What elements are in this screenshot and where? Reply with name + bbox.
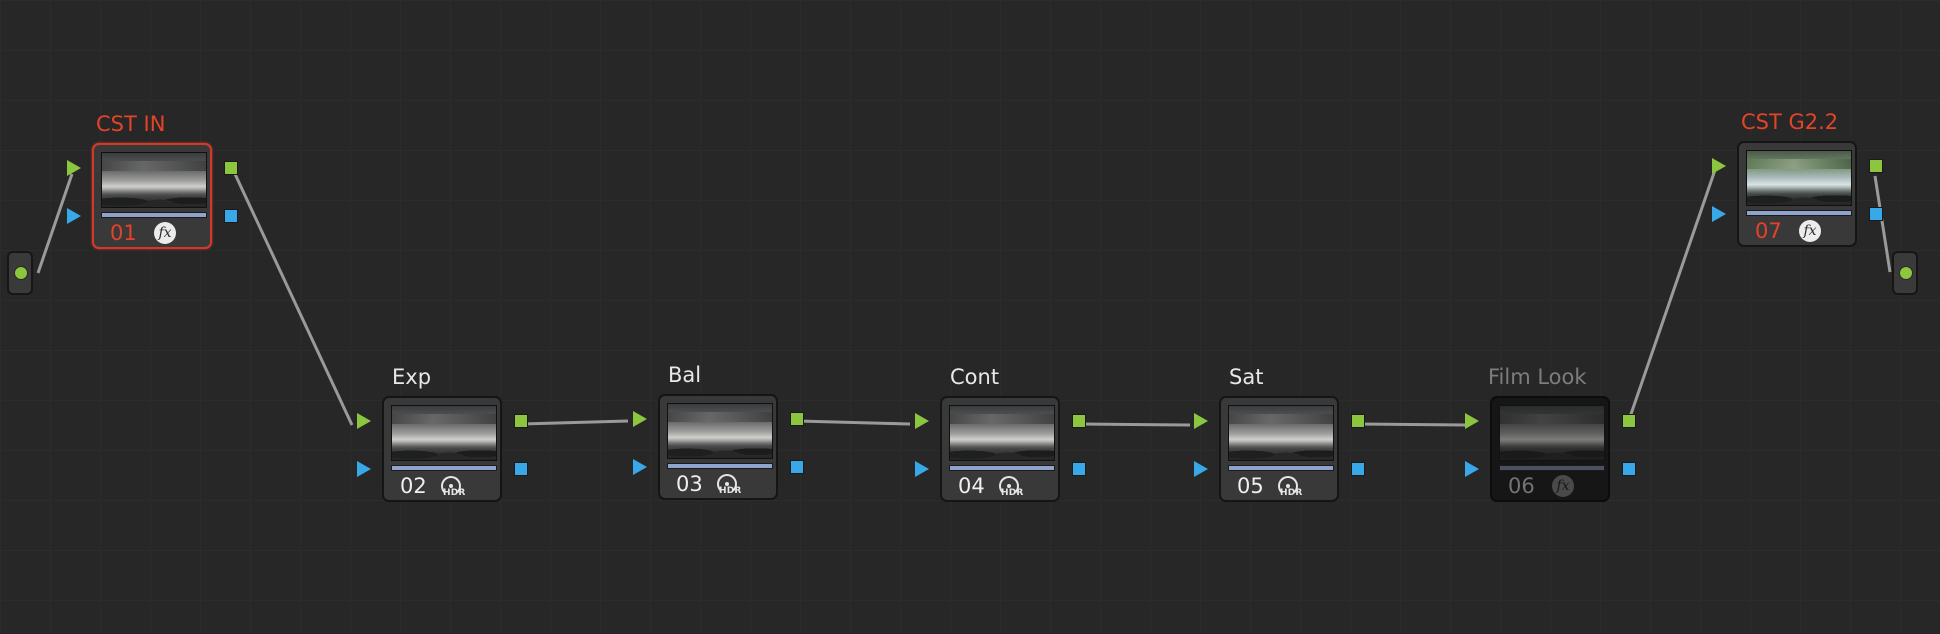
key-output-port[interactable] xyxy=(514,462,528,476)
rgb-input-port[interactable] xyxy=(915,413,929,429)
node-status-bar xyxy=(1228,465,1334,471)
node-01[interactable]: CST IN 01 fx xyxy=(67,112,238,249)
node-02[interactable]: Exp 02 HDR xyxy=(357,365,528,502)
source-input-terminal[interactable] xyxy=(7,251,33,295)
rgb-output-port[interactable] xyxy=(224,161,238,175)
node-number: 07 xyxy=(1755,219,1782,243)
node-status-bar xyxy=(1499,465,1605,471)
wire-03-to-04[interactable] xyxy=(797,419,911,426)
hdr-icon: HDR xyxy=(715,474,743,498)
node-status-bar xyxy=(1746,210,1852,216)
rgb-output-port[interactable] xyxy=(1351,414,1365,428)
rgb-output-port[interactable] xyxy=(514,414,528,428)
key-output-port[interactable] xyxy=(224,209,238,223)
node-thumbnail xyxy=(1228,405,1334,461)
output-dot-icon[interactable] xyxy=(1899,266,1913,280)
rgb-input-port[interactable] xyxy=(1194,413,1208,429)
node-label[interactable]: Film Look xyxy=(1488,365,1587,389)
node-status-bar xyxy=(667,463,773,469)
node-label[interactable]: Sat xyxy=(1229,365,1263,389)
node-label[interactable]: CST G2.2 xyxy=(1741,110,1838,134)
key-input-port[interactable] xyxy=(1712,206,1726,222)
node-number: 05 xyxy=(1237,474,1264,498)
key-input-port[interactable] xyxy=(633,459,647,475)
wire-02-to-03[interactable] xyxy=(521,419,629,426)
hdr-icon: HDR xyxy=(997,476,1025,500)
node-status-bar xyxy=(949,465,1055,471)
node-thumbnail xyxy=(949,405,1055,461)
node-body[interactable]: 01 fx xyxy=(92,143,212,249)
node-status-bar xyxy=(101,212,207,218)
rgb-input-port[interactable] xyxy=(357,413,371,429)
rgb-input-port[interactable] xyxy=(1712,158,1726,174)
key-output-port[interactable] xyxy=(1351,462,1365,476)
node-04[interactable]: Cont 04 HDR xyxy=(915,365,1086,502)
node-thumbnail xyxy=(667,403,773,459)
node-thumbnail xyxy=(101,152,207,208)
node-body[interactable]: 04 HDR xyxy=(940,396,1060,502)
output-terminal[interactable] xyxy=(1892,251,1918,295)
node-05[interactable]: Sat 05 HDR xyxy=(1194,365,1365,502)
rgb-output-port[interactable] xyxy=(790,412,804,426)
key-input-port[interactable] xyxy=(915,461,929,477)
node-03[interactable]: Bal 03 HDR xyxy=(633,363,804,500)
rgb-input-port[interactable] xyxy=(633,411,647,427)
node-thumbnail xyxy=(391,405,497,461)
node-label[interactable]: CST IN xyxy=(96,112,165,136)
key-output-port[interactable] xyxy=(790,460,804,474)
node-thumbnail xyxy=(1499,405,1605,461)
key-input-port[interactable] xyxy=(357,461,371,477)
key-input-port[interactable] xyxy=(1465,461,1479,477)
node-label[interactable]: Exp xyxy=(392,365,431,389)
fx-icon: fx xyxy=(1799,220,1821,242)
wire-01-to-02[interactable] xyxy=(233,173,354,426)
hdr-icon: HDR xyxy=(439,476,467,500)
node-number: 01 xyxy=(110,221,137,245)
rgb-input-port[interactable] xyxy=(1465,413,1479,429)
node-number: 02 xyxy=(400,474,427,498)
rgb-output-port[interactable] xyxy=(1622,414,1636,428)
key-output-port[interactable] xyxy=(1072,462,1086,476)
wire-06-to-07[interactable] xyxy=(1628,169,1717,418)
connection-wires xyxy=(36,169,1892,427)
node-body[interactable]: 05 HDR xyxy=(1219,396,1339,502)
hdr-icon: HDR xyxy=(1276,476,1304,500)
node-body[interactable]: 02 HDR xyxy=(382,396,502,502)
node-number: 04 xyxy=(958,474,985,498)
key-input-port[interactable] xyxy=(1194,461,1208,477)
wire-05-to-06[interactable] xyxy=(1358,422,1467,427)
node-number: 06 xyxy=(1508,474,1535,498)
node-07[interactable]: CST G2.2 07 fx xyxy=(1712,110,1883,247)
node-body[interactable]: 06 fx xyxy=(1490,396,1610,502)
fx-icon: fx xyxy=(154,222,176,244)
node-06[interactable]: Film Look 06 fx xyxy=(1465,365,1636,502)
fx-icon: fx xyxy=(1552,475,1574,497)
node-thumbnail xyxy=(1746,150,1852,206)
node-number: 03 xyxy=(676,472,703,496)
node-body[interactable]: 03 HDR xyxy=(658,394,778,500)
node-editor-canvas[interactable]: CST IN 01 fx Exp 02 HDR Bal 03 HDR Cont … xyxy=(0,0,1940,634)
rgb-output-port[interactable] xyxy=(1072,414,1086,428)
key-output-port[interactable] xyxy=(1622,462,1636,476)
node-body[interactable]: 07 fx xyxy=(1737,141,1857,247)
rgb-output-port[interactable] xyxy=(1869,159,1883,173)
wire-07-to-output[interactable] xyxy=(1873,175,1892,273)
node-status-bar xyxy=(391,465,497,471)
wire-04-to-05[interactable] xyxy=(1079,422,1191,427)
node-label[interactable]: Cont xyxy=(950,365,999,389)
rgb-input-port[interactable] xyxy=(67,160,81,176)
source-input-dot-icon[interactable] xyxy=(14,266,28,280)
node-label[interactable]: Bal xyxy=(668,363,701,387)
key-input-port[interactable] xyxy=(67,208,81,224)
key-output-port[interactable] xyxy=(1869,207,1883,221)
